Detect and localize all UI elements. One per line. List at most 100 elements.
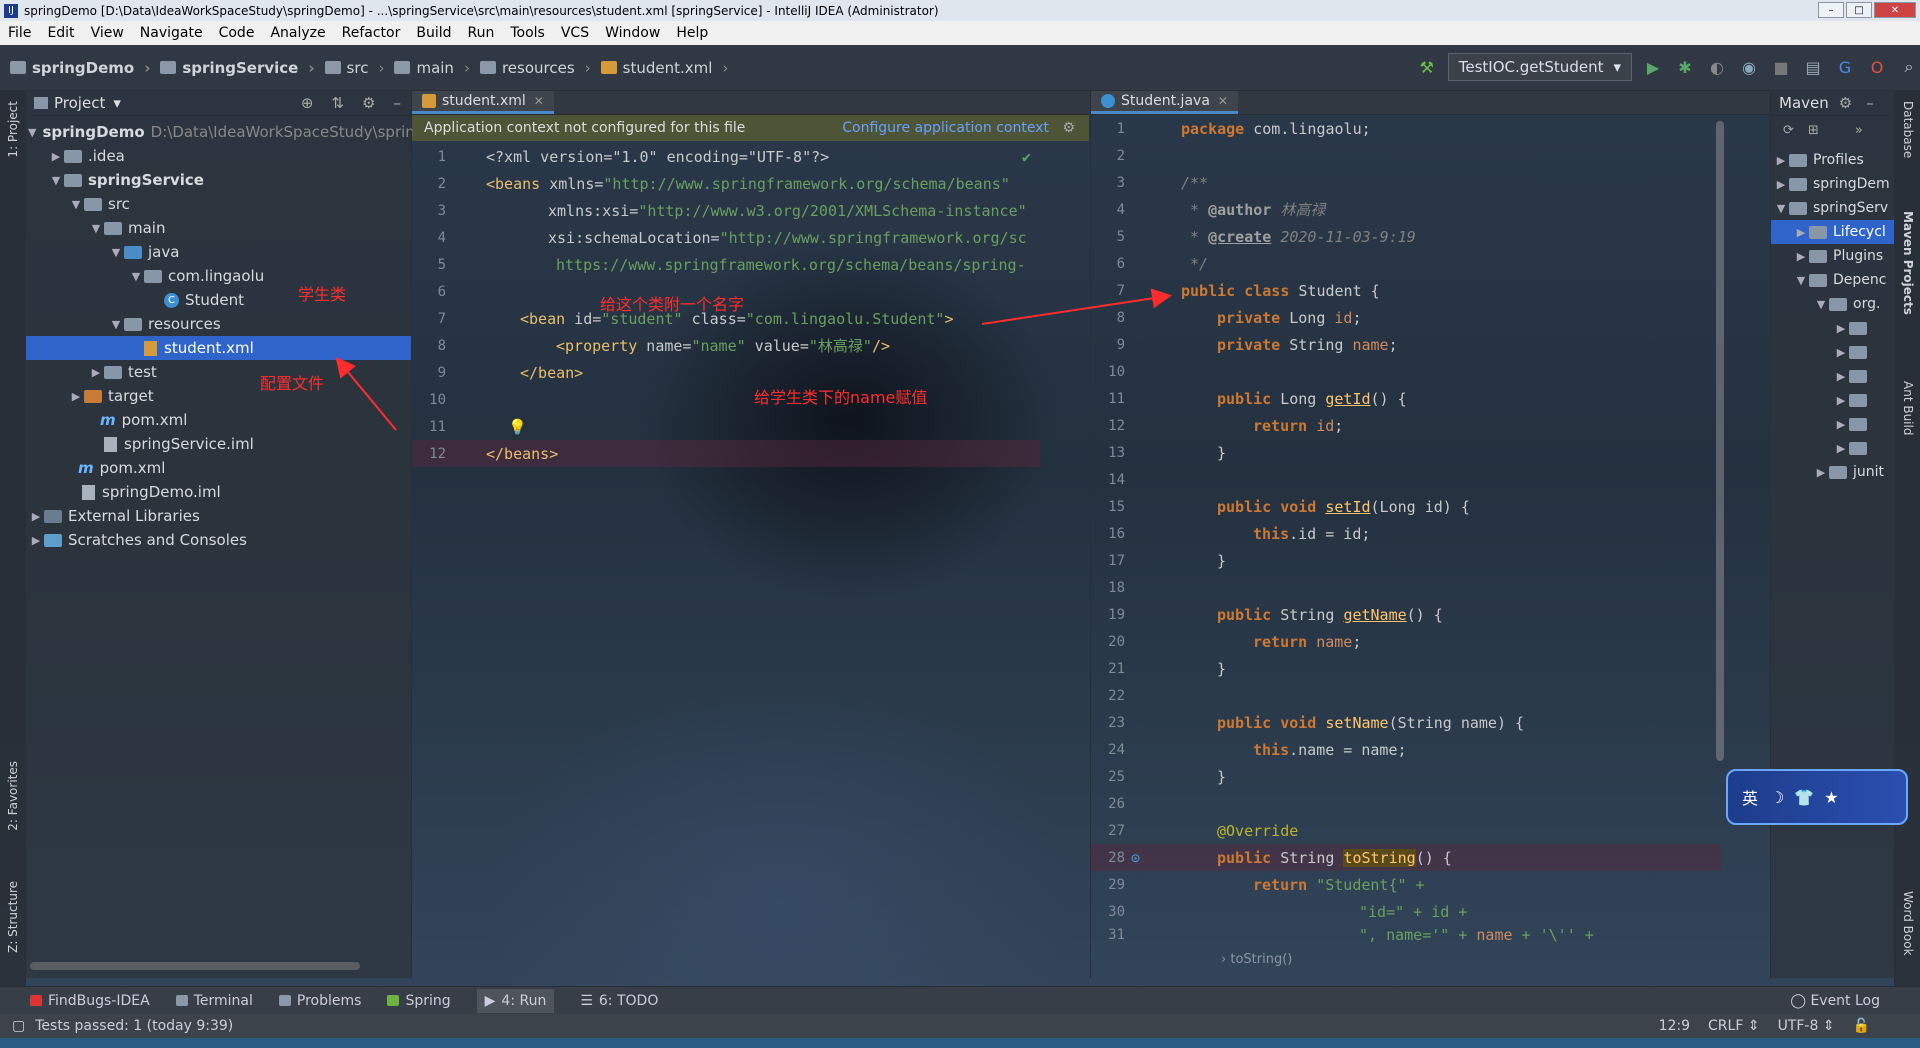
chevron-right-icon[interactable]: ▶: [1833, 418, 1849, 431]
tree-node-target[interactable]: ▶ target: [26, 384, 411, 408]
tree-node-main[interactable]: ▼ main: [26, 216, 411, 240]
tab-terminal[interactable]: Terminal: [175, 993, 253, 1009]
maven-node-springdemo[interactable]: ▶ springDem: [1771, 172, 1894, 196]
code-breadcrumb[interactable]: › toString(): [1091, 952, 1771, 970]
chevron-right-icon[interactable]: ▶: [1833, 322, 1849, 335]
menu-view[interactable]: View: [83, 25, 132, 41]
chevron-down-icon[interactable]: ▼: [1773, 202, 1789, 215]
menu-code[interactable]: Code: [211, 25, 263, 41]
chevron-down-icon[interactable]: ▼: [88, 222, 104, 235]
layout-icon[interactable]: ▢: [12, 1018, 25, 1034]
menu-run[interactable]: Run: [460, 25, 503, 41]
minimize-button[interactable]: –: [1818, 2, 1844, 18]
coverage-icon[interactable]: ◐: [1706, 56, 1728, 78]
locate-icon[interactable]: ⊕: [301, 94, 314, 112]
maven-node-profiles[interactable]: ▶ Profiles: [1771, 148, 1894, 172]
menu-help[interactable]: Help: [668, 25, 716, 41]
chevron-right-icon[interactable]: ▶: [1773, 178, 1789, 191]
file-encoding[interactable]: UTF-8 ⇕: [1778, 1018, 1835, 1034]
maven-node-junit[interactable]: ▶ junit: [1771, 460, 1894, 484]
tree-node-src[interactable]: ▼ src: [26, 192, 411, 216]
tree-node-root-iml[interactable]: springDemo.iml: [26, 480, 411, 504]
run-icon[interactable]: ▶: [1642, 56, 1664, 78]
override-marker-icon[interactable]: ⊙: [1131, 849, 1151, 867]
tree-node-scratches[interactable]: ▶ Scratches and Consoles: [26, 528, 411, 552]
menu-analyze[interactable]: Analyze: [262, 25, 333, 41]
chevron-right-icon[interactable]: ▶: [88, 366, 104, 379]
close-icon[interactable]: ✕: [534, 94, 544, 108]
menu-tools[interactable]: Tools: [502, 25, 553, 41]
favorites-tool-tab[interactable]: 2: Favorites: [6, 761, 20, 831]
tab-spring[interactable]: Spring: [387, 993, 451, 1009]
chevron-down-icon[interactable]: ▼: [108, 318, 124, 331]
collapse-icon[interactable]: ⇅: [331, 94, 344, 112]
lightbulb-icon[interactable]: 💡: [508, 418, 527, 436]
menu-file[interactable]: File: [0, 25, 39, 41]
chevron-down-icon[interactable]: ▼: [1793, 274, 1809, 287]
line-separator[interactable]: CRLF ⇕: [1708, 1018, 1760, 1034]
chevron-down-icon[interactable]: ▼: [108, 246, 124, 259]
tree-node-springdemo[interactable]: ▼ springDemo D:\Data\IdeaWorkSpaceStudy\sp…: [26, 120, 415, 144]
breadcrumb-src[interactable]: src ›: [324, 59, 384, 77]
refresh-icon[interactable]: ⟳: [1783, 123, 1794, 138]
gear-icon[interactable]: ⚙: [362, 94, 375, 112]
maven-node-springservice[interactable]: ▼ springServ: [1771, 196, 1894, 220]
chevron-right-icon[interactable]: ▶: [1833, 346, 1849, 359]
structure-tool-tab[interactable]: Z: Structure: [6, 881, 20, 953]
tab-findbugs[interactable]: FindBugs-IDEA: [30, 993, 150, 1009]
add-icon[interactable]: ⊞: [1808, 123, 1819, 138]
project-tool-tab[interactable]: 1: Project: [6, 101, 20, 158]
maximize-button[interactable]: □: [1846, 2, 1872, 18]
chevron-right-icon[interactable]: ▶: [28, 510, 44, 523]
chevron-down-icon[interactable]: ▼: [48, 174, 64, 187]
hide-icon[interactable]: –: [394, 94, 402, 112]
chevron-right-icon[interactable]: ▶: [1793, 250, 1809, 263]
menu-edit[interactable]: Edit: [39, 25, 82, 41]
maven-node-org[interactable]: ▼ org.: [1771, 292, 1894, 316]
event-log-button[interactable]: ◯ Event Log: [1790, 993, 1880, 1009]
tab-student-xml[interactable]: student.xml ✕: [412, 91, 554, 114]
chevron-right-icon[interactable]: ▶: [1813, 466, 1829, 479]
tree-node-java[interactable]: ▼ java: [26, 240, 411, 264]
gear-icon[interactable]: ⚙: [1839, 94, 1852, 112]
close-icon[interactable]: ✕: [1218, 94, 1228, 108]
tab-student-java[interactable]: Student.java ✕: [1091, 91, 1238, 114]
tree-node-resources[interactable]: ▼ resources: [26, 312, 411, 336]
database-tool-tab[interactable]: Database: [1901, 101, 1915, 158]
tree-node-service-pom[interactable]: m pom.xml: [26, 408, 411, 432]
chevron-right-icon[interactable]: ▶: [48, 150, 64, 163]
menu-window[interactable]: Window: [597, 25, 668, 41]
debug-icon[interactable]: ✱: [1674, 56, 1696, 78]
breadcrumb-resources[interactable]: resources ›: [479, 59, 591, 77]
hide-icon[interactable]: –: [1866, 94, 1874, 112]
tree-node-student-xml[interactable]: student.xml: [26, 336, 411, 360]
maven-node-dep[interactable]: ▶: [1771, 340, 1894, 364]
chevron-down-icon[interactable]: ▼: [28, 126, 36, 139]
maven-node-plugins[interactable]: ▶ Plugins: [1771, 244, 1894, 268]
translate-icon[interactable]: G: [1834, 56, 1856, 78]
lock-icon[interactable]: 🔓: [1853, 1018, 1870, 1034]
tree-node-springservice[interactable]: ▼ springService: [26, 168, 411, 192]
tree-node-package[interactable]: ▼ com.lingaolu: [26, 264, 411, 288]
run-configuration-select[interactable]: TestIOC.getStudent ▾: [1447, 53, 1632, 81]
maven-node-dep[interactable]: ▶: [1771, 388, 1894, 412]
chevron-right-icon[interactable]: ▶: [1793, 226, 1809, 239]
word-book-tool-tab[interactable]: Word Book: [1901, 891, 1915, 956]
close-button[interactable]: ✕: [1874, 2, 1916, 18]
code-area[interactable]: 1 <?xml version="1.0" encoding="UTF-8"?> ✔…: [412, 141, 1089, 467]
configure-context-link[interactable]: Configure application context: [842, 120, 1089, 136]
chevron-down-icon[interactable]: ▼: [1813, 298, 1829, 311]
project-view-select[interactable]: Project: [54, 94, 105, 112]
tree-node-idea[interactable]: ▶ .idea: [26, 144, 411, 168]
chevron-down-icon[interactable]: ▼: [68, 198, 84, 211]
tab-problems[interactable]: Problems: [278, 993, 361, 1009]
breadcrumb-main[interactable]: main ›: [394, 59, 470, 77]
maven-node-dep[interactable]: ▶: [1771, 412, 1894, 436]
chevron-down-icon[interactable]: ▼: [128, 270, 144, 283]
chevron-right-icon[interactable]: ▶: [1833, 370, 1849, 383]
tree-node-student-class[interactable]: C Student: [26, 288, 411, 312]
maven-node-lifecycle[interactable]: ▶ Lifecycl: [1771, 220, 1894, 244]
maven-node-dep[interactable]: ▶: [1771, 436, 1894, 460]
menu-refactor[interactable]: Refactor: [334, 25, 409, 41]
horizontal-scrollbar[interactable]: [30, 962, 360, 970]
